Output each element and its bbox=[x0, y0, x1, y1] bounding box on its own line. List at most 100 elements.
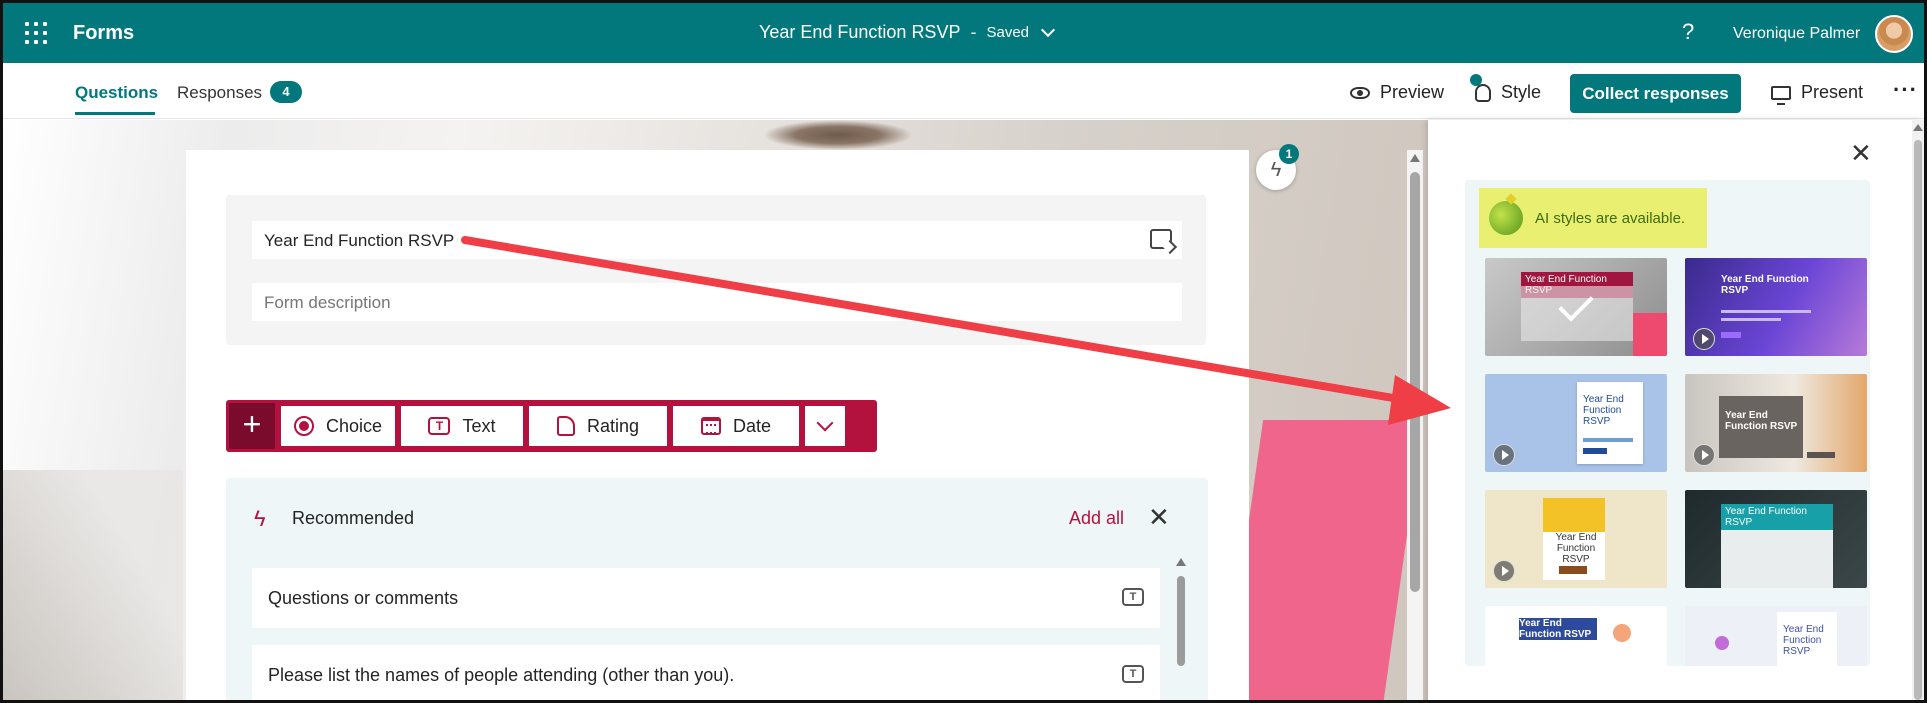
rating-label: Rating bbox=[586, 415, 640, 436]
user-name[interactable]: Veronique Palmer bbox=[1733, 25, 1860, 43]
present-button[interactable]: Present bbox=[1771, 82, 1864, 105]
recommended-scrollbar[interactable] bbox=[1176, 558, 1186, 700]
theme-thumbnail-label: Year End Function RSVP bbox=[1519, 618, 1597, 640]
background-pink-shape bbox=[1222, 420, 1424, 700]
style-button[interactable]: Style bbox=[1470, 73, 1542, 103]
lightning-icon: ϟ bbox=[254, 506, 266, 531]
scroll-up-icon[interactable] bbox=[1176, 558, 1186, 566]
theme-thumbnail[interactable]: Year End Function RSVP bbox=[1485, 258, 1667, 356]
form-title-text: Year End Function RSVP bbox=[264, 231, 455, 250]
theme-thumbnail[interactable]: Year End Function RSVP bbox=[1685, 606, 1867, 666]
form-card: Year End Function RSVP Form description … bbox=[186, 150, 1249, 700]
text-label: Text bbox=[462, 415, 496, 436]
form-title-input[interactable]: Year End Function RSVP bbox=[252, 221, 1182, 259]
background-decoration bbox=[763, 120, 913, 150]
date-button[interactable]: Date bbox=[673, 406, 799, 446]
present-label: Present bbox=[1801, 82, 1864, 102]
theme-thumbnail-label: Year End Function RSVP bbox=[1783, 624, 1824, 657]
choice-button[interactable]: Choice bbox=[281, 406, 395, 446]
theme-thumbnail-label: Year End Function RSVP bbox=[1725, 410, 1798, 432]
style-panel: ✕ AI styles are available. Year End Func… bbox=[1428, 120, 1924, 700]
play-icon[interactable] bbox=[1493, 444, 1515, 466]
scrollbar-thumb[interactable] bbox=[1914, 140, 1922, 700]
recommended-panel: ϟ Recommended Add all ✕ Questions or com… bbox=[226, 478, 1208, 700]
more-options-icon[interactable]: ··· bbox=[1893, 77, 1918, 103]
choice-label: Choice bbox=[325, 415, 383, 436]
close-icon[interactable]: ✕ bbox=[1850, 138, 1872, 169]
ai-banner-text: AI styles are available. bbox=[1535, 209, 1686, 227]
theme-thumbnail-label: Year End Function RSVP bbox=[1555, 532, 1597, 565]
text-icon: T bbox=[428, 417, 451, 435]
radio-icon bbox=[293, 416, 314, 436]
app-launcher-icon[interactable] bbox=[25, 22, 47, 44]
list-item[interactable]: Questions or comments T bbox=[252, 568, 1160, 628]
recommended-question-label: Please list the names of people attendin… bbox=[268, 665, 735, 685]
collect-responses-button[interactable]: Collect responses bbox=[1570, 74, 1741, 113]
theme-thumbnail[interactable]: Year End Function RSVP bbox=[1485, 374, 1667, 472]
theme-thumbnail-label: Year End Function RSVP bbox=[1721, 274, 1809, 296]
theme-thumbnail[interactable]: Year End Function RSVP bbox=[1685, 490, 1867, 588]
play-icon[interactable] bbox=[1693, 328, 1715, 350]
thumbs-up-icon bbox=[556, 416, 575, 436]
tab-responses[interactable]: Responses bbox=[177, 83, 262, 103]
scrollbar-thumb[interactable] bbox=[1410, 172, 1420, 592]
app-name[interactable]: Forms bbox=[73, 22, 134, 45]
eye-icon bbox=[1350, 86, 1370, 99]
canvas-scrollbar[interactable] bbox=[1407, 150, 1423, 700]
add-question-bar: + Choice T Text Rating Date bbox=[226, 400, 877, 452]
preview-label: Preview bbox=[1380, 82, 1445, 102]
form-description-input[interactable]: Form description bbox=[252, 283, 1182, 321]
help-icon[interactable]: ? bbox=[1682, 19, 1694, 45]
theme-thumbnail-label: Year End Function RSVP bbox=[1583, 394, 1624, 427]
app-header: Forms Year End Function RSVP - Saved ? V… bbox=[3, 3, 1924, 63]
ai-dot-icon bbox=[1470, 73, 1482, 86]
document-title-menu[interactable]: Year End Function RSVP - Saved bbox=[759, 22, 1056, 43]
play-icon[interactable] bbox=[1693, 444, 1715, 466]
tab-questions[interactable]: Questions bbox=[75, 83, 158, 103]
insert-image-icon[interactable] bbox=[1150, 229, 1172, 249]
add-question-button[interactable]: + bbox=[229, 403, 275, 449]
theme-thumbnail[interactable]: Year End Function RSVP bbox=[1485, 606, 1667, 666]
theme-thumbnail[interactable]: Year End Function RSVP bbox=[1685, 258, 1867, 356]
active-tab-indicator bbox=[75, 112, 155, 115]
recommended-title: Recommended bbox=[292, 508, 415, 528]
style-label: Style bbox=[1501, 82, 1542, 102]
theme-thumbnail[interactable]: Year End Function RSVP bbox=[1685, 374, 1867, 472]
panel-scrollbar[interactable] bbox=[1912, 120, 1924, 700]
background-shadow bbox=[3, 470, 183, 700]
scroll-up-icon[interactable] bbox=[1410, 154, 1420, 162]
text-button[interactable]: T Text bbox=[401, 406, 523, 446]
text-icon: T bbox=[1122, 588, 1144, 606]
window: Forms Year End Function RSVP - Saved ? V… bbox=[0, 0, 1927, 703]
paintbrush-icon bbox=[1470, 73, 1491, 102]
date-label: Date bbox=[732, 415, 772, 436]
close-icon[interactable]: ✕ bbox=[1148, 502, 1170, 533]
title-separator: - bbox=[970, 22, 977, 42]
chevron-down-icon bbox=[816, 414, 834, 432]
ideas-count-badge: 1 bbox=[1279, 144, 1299, 164]
theme-thumbnail[interactable]: Year End Function RSVP bbox=[1485, 490, 1667, 588]
avatar[interactable] bbox=[1875, 15, 1913, 53]
preview-button[interactable]: Preview bbox=[1350, 82, 1444, 103]
ai-sparkle-icon bbox=[1489, 201, 1523, 235]
form-toolbar: Questions Responses 4 Preview Style Coll… bbox=[3, 63, 1924, 119]
recommended-question-label: Questions or comments bbox=[268, 588, 459, 608]
calendar-icon bbox=[700, 417, 721, 435]
add-all-link[interactable]: Add all bbox=[1069, 508, 1124, 529]
list-item[interactable]: Please list the names of people attendin… bbox=[252, 645, 1160, 700]
monitor-icon bbox=[1771, 85, 1791, 105]
form-canvas: Year End Function RSVP Form description … bbox=[3, 120, 1428, 700]
play-icon[interactable] bbox=[1493, 560, 1515, 582]
responses-count-badge: 4 bbox=[270, 81, 302, 103]
chevron-down-icon bbox=[1040, 22, 1056, 37]
save-status: Saved bbox=[986, 24, 1030, 41]
more-question-types-button[interactable] bbox=[805, 406, 845, 446]
document-title: Year End Function RSVP bbox=[759, 22, 961, 42]
form-header: Year End Function RSVP Form description bbox=[226, 195, 1206, 345]
scroll-up-icon[interactable] bbox=[1913, 124, 1923, 131]
theme-thumbnail-label: Year End Function RSVP bbox=[1721, 504, 1833, 530]
ai-styles-banner[interactable]: AI styles are available. bbox=[1479, 188, 1707, 248]
scrollbar-thumb[interactable] bbox=[1177, 576, 1185, 666]
styles-gallery: AI styles are available. Year End Functi… bbox=[1465, 180, 1870, 666]
rating-button[interactable]: Rating bbox=[529, 406, 667, 446]
